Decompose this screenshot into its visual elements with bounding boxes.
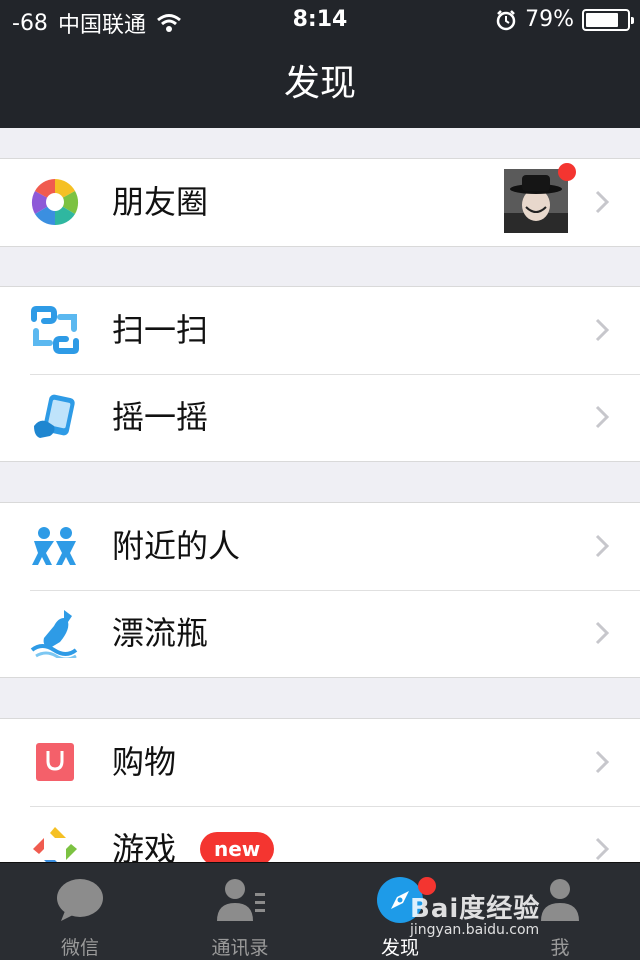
status-bar: -68 中国联通 8:14 79% xyxy=(0,0,640,40)
alarm-icon xyxy=(496,9,516,30)
battery-icon xyxy=(582,8,634,31)
tab-contacts[interactable]: 通讯录 xyxy=(160,863,320,960)
new-badge: new xyxy=(200,832,275,866)
people-nearby-icon xyxy=(32,527,76,565)
watermark-sub: jingyan.baidu.com xyxy=(410,922,540,938)
chevron-right-icon xyxy=(595,534,610,558)
menu-item-people-nearby[interactable]: 附近的人 xyxy=(0,503,640,590)
scan-icon xyxy=(31,306,79,354)
menu-item-label: 扫一扫 xyxy=(112,311,209,349)
menu-item-label: 漂流瓶 xyxy=(112,614,209,652)
menu-group-social: 附近的人 漂流瓶 xyxy=(0,502,640,678)
menu-item-shake[interactable]: 摇一摇 xyxy=(0,374,640,461)
menu-item-scan[interactable]: 扫一扫 xyxy=(0,287,640,374)
menu-item-shopping[interactable]: 购物 xyxy=(0,719,640,806)
tab-label: 通讯录 xyxy=(211,937,269,959)
menu-item-label: 购物 xyxy=(112,743,177,781)
chevron-right-icon xyxy=(595,318,610,342)
avatar-image xyxy=(504,169,568,233)
menu-item-label: 附近的人 xyxy=(112,527,241,565)
menu-group-tools: 扫一扫 摇一摇 xyxy=(0,286,640,462)
moments-icon xyxy=(31,179,79,226)
shake-icon xyxy=(34,394,75,438)
friend-avatar xyxy=(504,169,568,233)
tab-chats[interactable]: 微信 xyxy=(0,863,160,960)
chevron-right-icon xyxy=(595,750,610,774)
chevron-right-icon xyxy=(595,621,610,645)
status-right: 79% xyxy=(495,7,634,32)
page-title: 发现 xyxy=(283,63,356,104)
menu-item-moments[interactable]: 朋友圈 xyxy=(0,159,640,246)
contacts-icon xyxy=(217,879,265,921)
chevron-right-icon xyxy=(595,837,610,861)
menu-item-label: 摇一摇 xyxy=(112,398,209,436)
baidu-jingyan-watermark: Bai度经验 jingyan.baidu.com xyxy=(410,888,610,948)
battery-fill xyxy=(586,12,618,27)
menu-item-label: 朋友圈 xyxy=(112,183,209,221)
shopping-icon xyxy=(36,743,74,781)
tab-label: 微信 xyxy=(60,937,99,959)
chevron-right-icon xyxy=(595,190,610,214)
menu-item-drift-bottle[interactable]: 漂流瓶 xyxy=(0,590,640,677)
watermark-main: Bai度经验 xyxy=(410,894,541,924)
drift-bottle-icon xyxy=(30,610,78,658)
battery-percent: 79% xyxy=(525,7,574,32)
nav-bar: 发现 xyxy=(0,40,640,128)
chat-bubble-icon xyxy=(57,879,103,921)
chevron-right-icon xyxy=(595,405,610,429)
menu-group-moments: 朋友圈 xyxy=(0,158,640,247)
unread-dot xyxy=(558,163,576,181)
